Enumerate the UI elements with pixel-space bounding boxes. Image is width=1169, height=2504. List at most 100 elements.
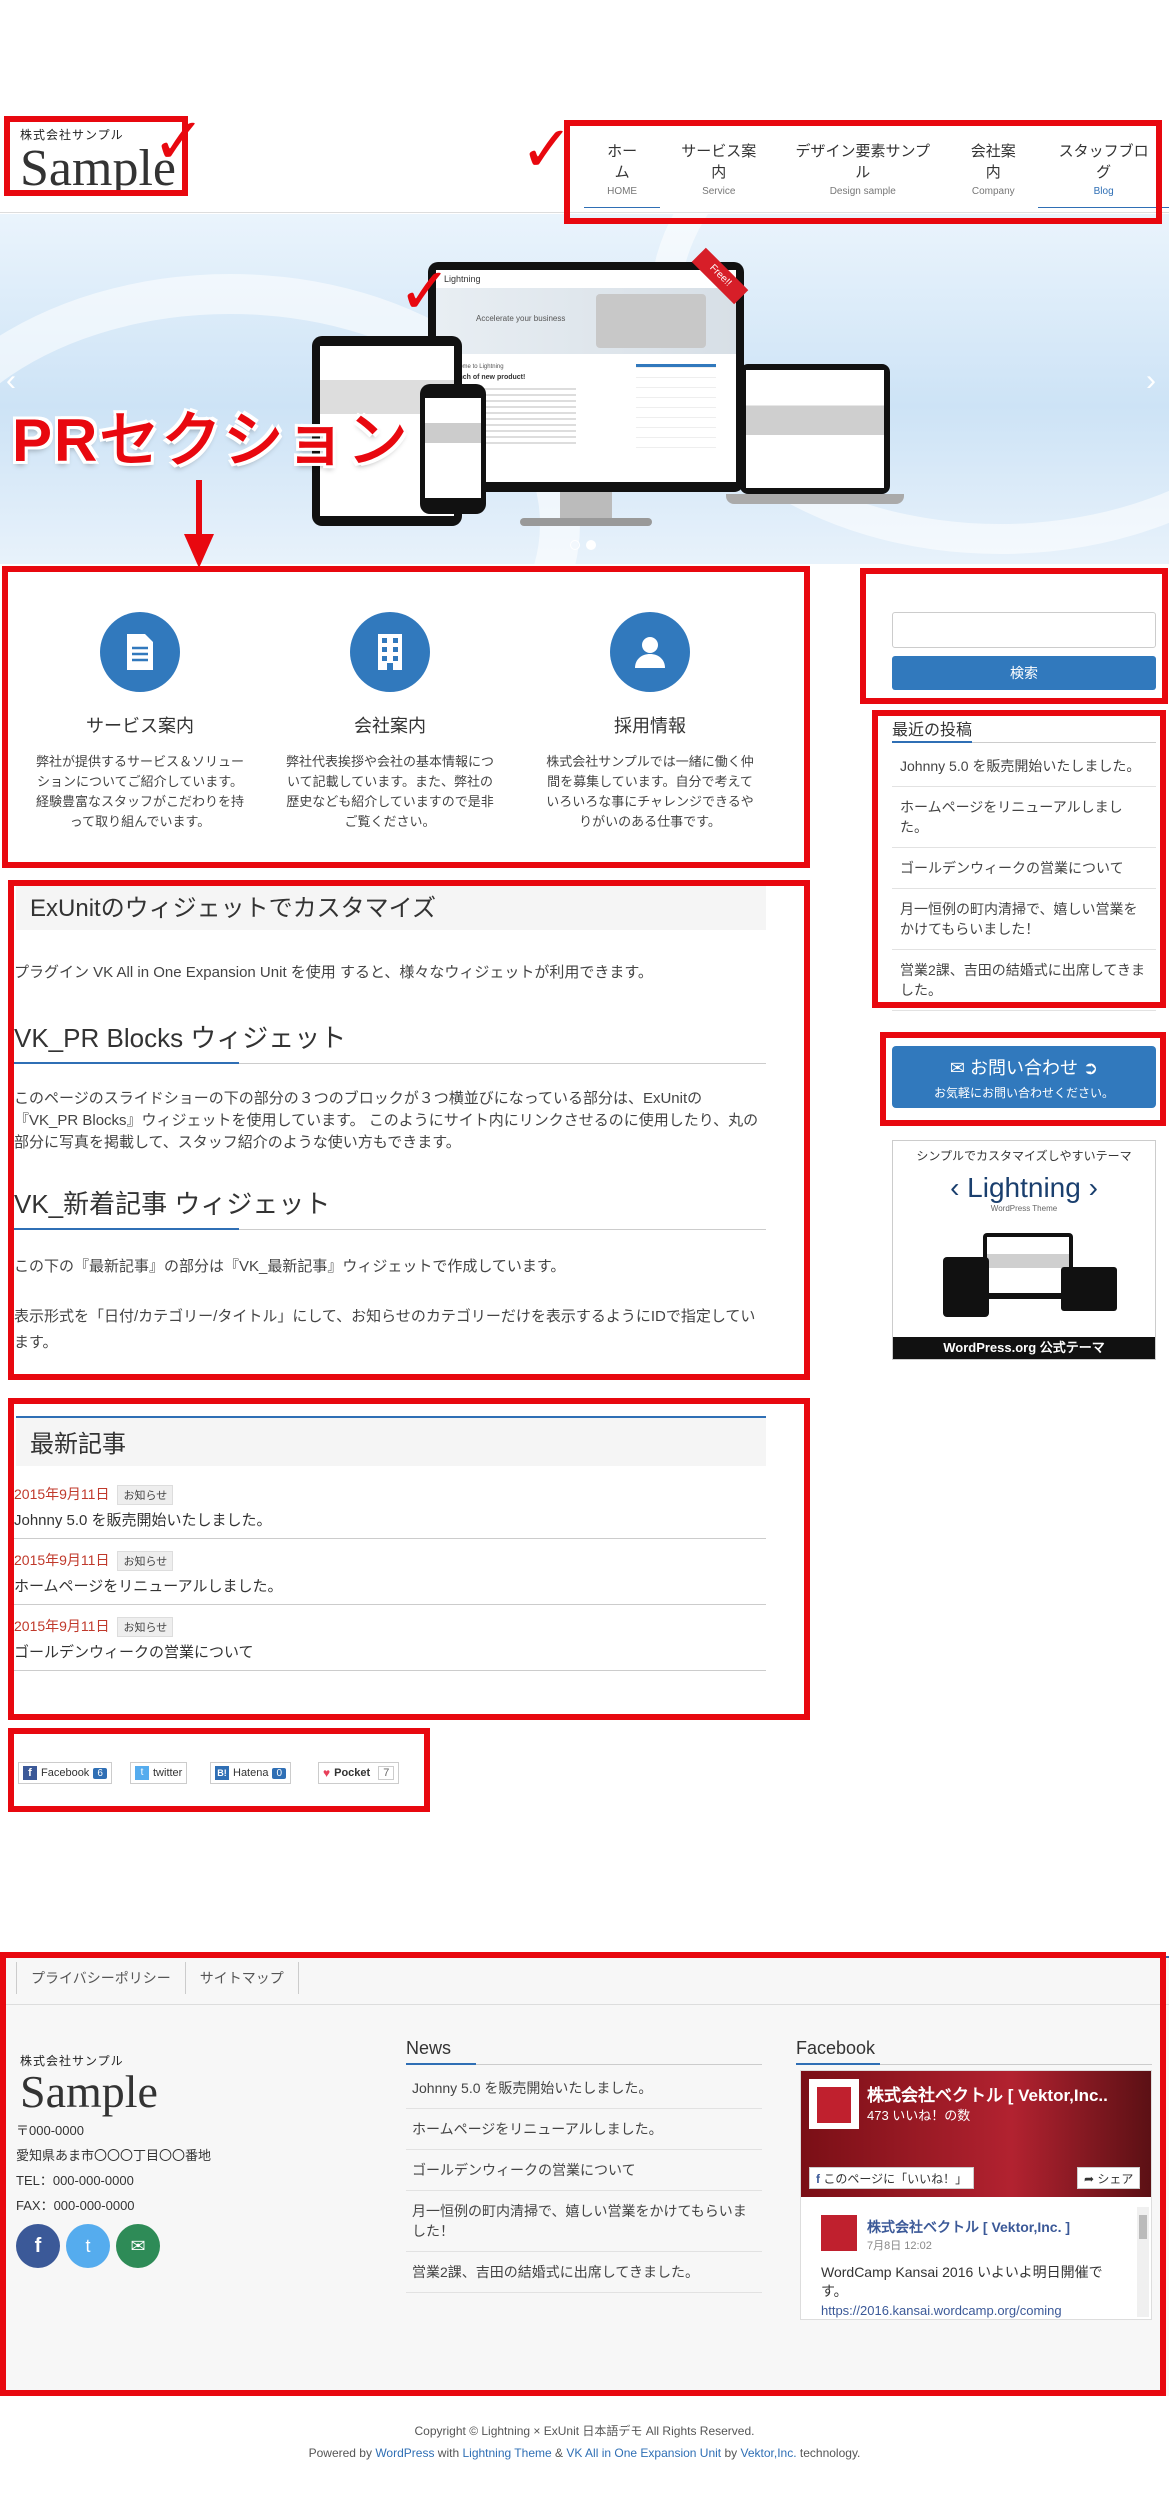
recent-post-link[interactable]: ゴールデンウィークの営業について: [892, 848, 1156, 889]
share-facebook-button[interactable]: f Facebook 6: [18, 1762, 112, 1784]
share-hatena-button[interactable]: B! Hatena 0: [210, 1762, 292, 1784]
slider-dot[interactable]: [570, 540, 580, 550]
nav-item-design-sample[interactable]: デザイン要素サンプル Design sample: [777, 140, 948, 208]
widget-section-heading: ExUnitのウィジェットでカスタマイズ: [16, 880, 766, 930]
nav-item-service[interactable]: サービス案内 Service: [660, 140, 777, 208]
fb-page-name[interactable]: 株式会社ベクトル [ Vektor,Inc..: [867, 2081, 1108, 2106]
lightning-theme-link[interactable]: Lightning Theme: [462, 2446, 551, 2460]
fb-share-button[interactable]: ➦ シェア: [1077, 2167, 1141, 2189]
pocket-icon: ♥: [323, 1766, 331, 1780]
latest-post-item[interactable]: 2015年9月11日 お知らせ ゴールデンウィークの営業について: [14, 1616, 766, 1671]
powered-text: &: [555, 2446, 564, 2460]
recent-post-link[interactable]: Johnny 5.0 を販売開始いたしました。: [892, 746, 1156, 787]
contact-button[interactable]: ✉ お問い合わせ ➲ お気軽にお問い合わせください。: [892, 1046, 1156, 1108]
contact-sublabel: お気軽にお問い合わせください。: [933, 1086, 1114, 1100]
slider-next-icon[interactable]: ›: [1146, 364, 1156, 398]
footer-news-link[interactable]: 営業2課、吉田の結婚式に出席してきました。: [406, 2252, 762, 2293]
wordpress-link[interactable]: WordPress: [375, 2446, 434, 2460]
mail-icon: ✉: [949, 1058, 965, 1078]
post-title[interactable]: ホームページをリニューアルしました。: [14, 1575, 766, 1596]
pr-block-title: 採用情報: [614, 716, 686, 736]
powered-text: Powered by: [308, 2446, 372, 2460]
lightning-banner[interactable]: シンプルでカスタマイズしやすいテーマ ‹ Lightning › WordPre…: [892, 1140, 1156, 1360]
share-label: twitter: [153, 1767, 183, 1779]
footer-news-link[interactable]: ホームページをリニューアルしました。: [406, 2109, 762, 2150]
vektor-link[interactable]: Vektor,Inc.: [741, 2446, 797, 2460]
pr-block-recruit[interactable]: 採用情報 株式会社サンプルでは一緒に働く仲間を募集しています。自分で考えていろい…: [530, 612, 770, 832]
nav-sublabel: Company: [971, 186, 1015, 197]
footer-logo[interactable]: 株式会社サンプル Sample: [20, 2052, 158, 2115]
footer-news-link[interactable]: ゴールデンウィークの営業について: [406, 2150, 762, 2191]
twitter-icon: t: [135, 1766, 149, 1780]
search-input[interactable]: [892, 612, 1156, 648]
powered-text: technology.: [799, 2446, 861, 2460]
footer-fb-heading: Facebook: [796, 2038, 876, 2058]
recent-post-link[interactable]: 営業2課、吉田の結婚式に出席してきました。: [892, 950, 1156, 1011]
device-tagline: Accelerate your business: [476, 314, 566, 323]
nav-sublabel: Blog: [1093, 186, 1114, 197]
post-title[interactable]: Johnny 5.0 を販売開始いたしました。: [14, 1509, 766, 1530]
slider-dot-active[interactable]: [586, 540, 596, 550]
twitter-icon[interactable]: t: [66, 2224, 110, 2268]
checkmark-icon: ✓: [520, 113, 574, 187]
fb-like-button[interactable]: f このページに「いいね！」: [809, 2167, 975, 2189]
mail-icon[interactable]: ✉: [116, 2224, 160, 2268]
banner-footer-text: WordPress.org 公式テーマ: [893, 1337, 1155, 1359]
hero-slider[interactable]: ‹ › Lightning Accelerate your business W…: [0, 214, 1169, 564]
facebook-page-widget[interactable]: 株式会社ベクトル [ Vektor,Inc.. 473 いいね！の数 f このペ…: [800, 2070, 1152, 2320]
fb-scrollbar[interactable]: [1137, 2207, 1149, 2317]
share-twitter-button[interactable]: t twitter: [130, 1762, 188, 1784]
post-title[interactable]: ゴールデンウィークの営業について: [14, 1641, 766, 1662]
fb-post-author[interactable]: 株式会社ベクトル [ Vektor,Inc. ]: [867, 2217, 1070, 2237]
fb-post-avatar: [821, 2215, 857, 2251]
footer-logo-text: Sample: [20, 2066, 158, 2117]
post-date: 2015年9月11日: [14, 1486, 110, 1502]
nav-item-company[interactable]: 会社案内 Company: [948, 140, 1038, 208]
nav-sublabel: HOME: [607, 186, 638, 197]
post-category-badge[interactable]: お知らせ: [117, 1551, 174, 1571]
footer-news-link[interactable]: Johnny 5.0 を販売開始いたしました。: [406, 2068, 762, 2109]
footer-news-heading: News: [406, 2038, 452, 2058]
nav-sublabel: Design sample: [829, 186, 896, 197]
widget-intro-text: プラグイン VK All in One Expansion Unit を使用 す…: [14, 964, 653, 981]
heading-underline: [14, 1228, 239, 1230]
latest-posts-heading: 最新記事: [16, 1416, 766, 1466]
nav-label: デザイン要素サンプル: [795, 143, 931, 181]
pr-blocks-text: このページのスライドショーの下の部分の３つのブロックが３つ横並びになっている部分…: [14, 1090, 759, 1151]
post-category-badge[interactable]: お知らせ: [117, 1617, 174, 1637]
fb-post-link[interactable]: https://2016.kansai.wordcamp.org/coming: [821, 2303, 1062, 2318]
facebook-icon[interactable]: f: [16, 2224, 60, 2268]
heading-text: VK_新着記事 ウィジェット: [14, 1189, 331, 1219]
recent-post-link[interactable]: ホームページをリニューアルしました。: [892, 787, 1156, 848]
footer-link-sitemap[interactable]: サイトマップ: [186, 1962, 299, 1994]
recent-posts-list: Johnny 5.0 を販売開始いたしました。 ホームページをリニューアルしまし…: [892, 746, 1156, 1011]
share-pocket-button[interactable]: ♥ Pocket 7: [318, 1762, 400, 1784]
footer-link-privacy[interactable]: プライバシーポリシー: [16, 1962, 186, 1994]
pr-circle: [100, 612, 180, 692]
banner-logo: ‹ Lightning ›: [950, 1172, 1098, 1203]
nav-label: ホーム: [607, 143, 638, 181]
recent-post-link[interactable]: 月一恒例の町内清掃で、嬉しい営業をかけてもらいました！: [892, 889, 1156, 950]
banner-logo-sub: WordPress Theme: [990, 1204, 1058, 1213]
share-count: 7: [378, 1766, 395, 1780]
fb-post-text: WordCamp Kansai 2016 いよいよ明日開催です。: [821, 2264, 1103, 2299]
recent-posts-underline: [892, 741, 972, 743]
powered-text: with: [437, 2446, 460, 2460]
pr-block-text: 弊社代表挨拶や会社の基本情報について記載しています。また、弊社の歴史なども紹介し…: [285, 754, 494, 829]
fb-share-label: シェア: [1097, 2172, 1134, 2186]
device-sidebar: [636, 364, 716, 454]
pr-block-service[interactable]: サービス案内 弊社が提供するサービス＆ソリューションについてご紹介しています。経…: [20, 612, 260, 832]
share-label: Facebook: [41, 1767, 90, 1779]
global-nav: ホーム HOME サービス案内 Service デザイン要素サンプル Desig…: [584, 140, 1169, 208]
powered-by-line: Powered by WordPress with Lightning Them…: [0, 2446, 1169, 2460]
nav-item-home[interactable]: ホーム HOME: [584, 140, 661, 208]
footer-news-link[interactable]: 月一恒例の町内清掃で、嬉しい営業をかけてもらいました！: [406, 2191, 762, 2252]
nav-item-blog[interactable]: スタッフブログ Blog: [1038, 140, 1169, 208]
search-button[interactable]: 検索: [892, 656, 1156, 690]
banner-caption: シンプルでカスタマイズしやすいテーマ: [916, 1149, 1132, 1163]
latest-post-item[interactable]: 2015年9月11日 お知らせ ホームページをリニューアルしました。: [14, 1550, 766, 1605]
latest-post-item[interactable]: 2015年9月11日 お知らせ Johnny 5.0 を販売開始いたしました。: [14, 1484, 766, 1539]
exunit-link[interactable]: VK All in One Expansion Unit: [566, 2446, 721, 2460]
post-category-badge[interactable]: お知らせ: [117, 1485, 174, 1505]
pr-block-company[interactable]: 会社案内 弊社代表挨拶や会社の基本情報について記載しています。また、弊社の歴史な…: [270, 612, 510, 832]
